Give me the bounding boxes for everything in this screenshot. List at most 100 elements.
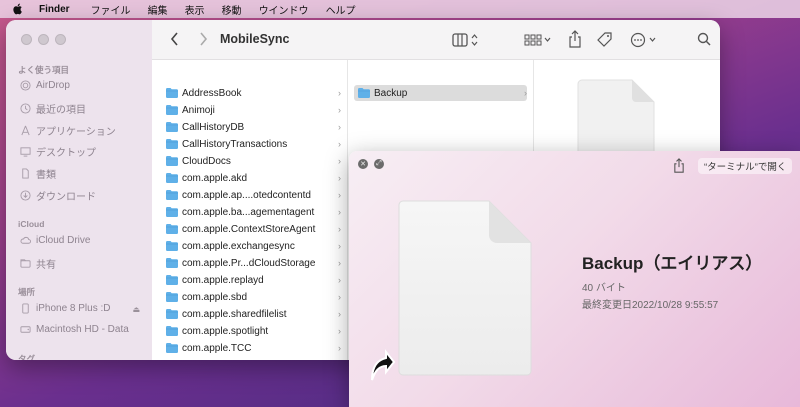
close-button[interactable] bbox=[21, 34, 32, 45]
tag-button[interactable] bbox=[596, 31, 614, 49]
sidebar-item-label: 書類 bbox=[36, 170, 56, 181]
sidebar-item-desktop[interactable]: デスクトップ bbox=[20, 144, 96, 159]
folder-name: Animoji bbox=[182, 104, 215, 116]
forward-button[interactable] bbox=[199, 32, 208, 46]
chevron-right-icon: › bbox=[338, 88, 341, 98]
clock-icon bbox=[20, 103, 31, 114]
list-item[interactable]: com.apple.akd › bbox=[166, 170, 341, 186]
list-item[interactable]: com.apple.ContextStoreAgent › bbox=[166, 221, 341, 237]
window-controls bbox=[21, 34, 66, 45]
list-item[interactable]: com.apple.sbd › bbox=[166, 289, 341, 305]
list-item[interactable]: CallHistoryTransactions › bbox=[166, 136, 341, 152]
chevron-right-icon: › bbox=[524, 88, 527, 98]
apple-icon[interactable] bbox=[12, 3, 23, 15]
menu-window[interactable]: ウインドウ bbox=[259, 2, 309, 17]
zoom-button[interactable] bbox=[55, 34, 66, 45]
action-button[interactable] bbox=[630, 32, 660, 48]
folder-icon bbox=[166, 241, 178, 251]
file-modified-date: 最終変更日2022/10/28 9:55:57 bbox=[582, 300, 719, 311]
sidebar-item-airdrop[interactable]: AirDrop bbox=[20, 80, 70, 91]
menu-help[interactable]: ヘルプ bbox=[326, 2, 356, 17]
list-item[interactable]: com.apple.TCC › bbox=[166, 340, 341, 356]
tag-icon bbox=[597, 32, 612, 47]
folder-name: com.apple.sbd bbox=[182, 291, 248, 303]
list-item[interactable]: com.apple.replayd › bbox=[166, 272, 341, 288]
applications-icon bbox=[21, 125, 30, 136]
chevron-right-icon: › bbox=[338, 275, 341, 285]
folder-icon bbox=[166, 275, 178, 285]
menu-file[interactable]: ファイル bbox=[91, 2, 131, 17]
list-item-selected[interactable]: Backup › bbox=[354, 85, 527, 101]
sidebar-item-macintosh-hd[interactable]: Macintosh HD - Data bbox=[20, 324, 129, 335]
list-item[interactable]: com.apple.spotlight › bbox=[166, 323, 341, 339]
list-item[interactable]: CallHistoryDB › bbox=[166, 119, 341, 135]
back-button[interactable] bbox=[170, 32, 179, 46]
folder-name: com.apple.replayd bbox=[182, 274, 264, 286]
share-icon bbox=[569, 30, 581, 48]
menu-go[interactable]: 移動 bbox=[222, 2, 242, 17]
list-item[interactable]: com.apple.ap....otedcontentd › bbox=[166, 187, 341, 203]
folder-icon bbox=[166, 105, 178, 115]
chevron-right-icon: › bbox=[338, 224, 341, 234]
sidebar-item-recents[interactable]: 最近の項目 bbox=[20, 101, 86, 116]
list-item[interactable]: com.apple.Pr...dCloudStorage › bbox=[166, 255, 341, 271]
search-button[interactable] bbox=[697, 32, 711, 46]
sidebar-item-iphone[interactable]: iPhone 8 Plus :D bbox=[20, 303, 111, 314]
sidebar-item-label: 共有 bbox=[36, 260, 56, 271]
view-columns-button[interactable] bbox=[452, 32, 480, 48]
menu-view[interactable]: 表示 bbox=[185, 2, 205, 17]
group-button[interactable] bbox=[524, 32, 552, 48]
quicklook-controls: ✕ ⤢ bbox=[358, 159, 384, 169]
folder-name: com.apple.TCC bbox=[182, 342, 252, 354]
folder-name: CallHistoryTransactions bbox=[182, 138, 288, 150]
folder-icon bbox=[166, 156, 178, 166]
list-item[interactable]: com.apple.exchangesync › bbox=[166, 238, 341, 254]
folder-name: AddressBook bbox=[182, 87, 242, 99]
share-button[interactable] bbox=[568, 30, 582, 48]
sidebar-item-documents[interactable]: 書類 bbox=[20, 166, 56, 181]
list-item[interactable]: com.apple.transparencyd› bbox=[166, 357, 341, 361]
file-size: 40 バイト bbox=[582, 283, 626, 294]
list-item[interactable]: CloudDocs › bbox=[166, 153, 341, 169]
chevron-right-icon: › bbox=[338, 105, 341, 115]
chevron-left-icon bbox=[170, 32, 178, 46]
chevron-right-icon: › bbox=[338, 309, 341, 319]
folder-name: com.apple.ap....otedcontentd bbox=[182, 189, 311, 201]
close-icon[interactable]: ✕ bbox=[358, 159, 368, 169]
list-item[interactable]: AddressBook › bbox=[166, 85, 341, 101]
sidebar-item-label: アプリケーション bbox=[36, 127, 116, 138]
open-with-terminal-button[interactable]: “ターミナル”で開く bbox=[698, 158, 793, 174]
share-icon[interactable] bbox=[673, 158, 685, 176]
search-icon bbox=[697, 32, 711, 46]
sidebar-item-applications[interactable]: アプリケーション bbox=[20, 123, 116, 138]
phone-icon bbox=[22, 303, 29, 314]
sidebar-item-icloud-drive[interactable]: iCloud Drive bbox=[20, 235, 90, 246]
download-icon bbox=[20, 190, 31, 201]
quicklook-panel: ✕ ⤢ “ターミナル”で開く Backup（エイリアス） 40 バイト 最終変更… bbox=[349, 151, 800, 407]
sidebar-section-locations: 場所 bbox=[18, 287, 36, 297]
folder-icon bbox=[166, 139, 178, 149]
fullscreen-icon[interactable]: ⤢ bbox=[374, 159, 384, 169]
cloud-icon bbox=[20, 236, 31, 244]
list-item[interactable]: com.apple.sharedfilelist › bbox=[166, 306, 341, 322]
folder-icon bbox=[166, 190, 178, 200]
chevron-right-icon: › bbox=[338, 139, 341, 149]
chevron-right-icon: › bbox=[338, 258, 341, 268]
list-item[interactable]: Animoji › bbox=[166, 102, 341, 118]
list-item[interactable]: com.apple.ba...agementagent › bbox=[166, 204, 341, 220]
menu-finder[interactable]: Finder bbox=[39, 4, 70, 15]
sidebar-item-downloads[interactable]: ダウンロード bbox=[20, 188, 96, 203]
document-icon bbox=[398, 200, 532, 376]
menu-edit[interactable]: 編集 bbox=[148, 2, 168, 17]
eject-icon[interactable]: ⏏ bbox=[132, 305, 140, 314]
alias-arrow-icon bbox=[371, 349, 396, 381]
folder-icon bbox=[166, 258, 178, 268]
minimize-button[interactable] bbox=[38, 34, 49, 45]
folder-icon bbox=[166, 309, 178, 319]
sidebar-item-label: AirDrop bbox=[36, 80, 70, 91]
desktop-icon bbox=[20, 147, 31, 157]
chevron-right-icon: › bbox=[338, 207, 341, 217]
sidebar-item-label: Macintosh HD - Data bbox=[36, 324, 129, 335]
sidebar-item-shared[interactable]: 共有 bbox=[20, 256, 56, 271]
toolbar: MobileSync bbox=[152, 20, 720, 60]
